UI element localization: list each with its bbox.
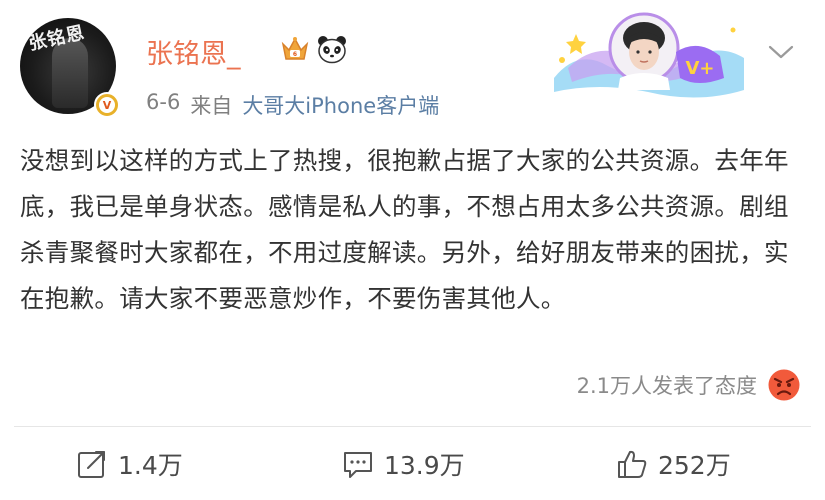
thumbs-up-icon bbox=[618, 450, 647, 478]
source-link[interactable]: 大哥大iPhone客户端 bbox=[242, 90, 439, 120]
vip-banner[interactable]: V+ bbox=[548, 8, 748, 100]
comment-icon bbox=[344, 452, 372, 478]
angry-face-icon bbox=[768, 369, 800, 401]
divider bbox=[14, 426, 811, 427]
repost-button[interactable]: 1.4万 bbox=[76, 446, 183, 482]
panda-icon[interactable] bbox=[316, 34, 348, 64]
post-meta: 6-6 来自 大哥大iPhone客户端 bbox=[146, 90, 439, 120]
vip-badge-text: V+ bbox=[685, 58, 714, 79]
source-prefix: 来自 bbox=[190, 94, 233, 118]
post-date: 6-6 bbox=[146, 90, 181, 114]
username[interactable]: 张铭恩_ bbox=[146, 32, 241, 71]
crown-icon[interactable]: 6 bbox=[280, 34, 310, 64]
attitude-summary[interactable]: 2.1万人发表了态度 bbox=[577, 368, 801, 402]
svg-text:6: 6 bbox=[293, 51, 297, 58]
verified-badge-icon: V bbox=[94, 92, 120, 118]
like-count: 252万 bbox=[658, 451, 731, 480]
comment-count: 13.9万 bbox=[384, 451, 465, 480]
chevron-down-icon[interactable] bbox=[766, 42, 796, 62]
comment-button[interactable]: 13.9万 bbox=[342, 446, 465, 482]
post-body: 没想到以这样的方式上了热搜，很抱歉占据了大家的公共资源。去年年底，我已是单身状态… bbox=[20, 146, 789, 313]
repost-icon bbox=[78, 451, 105, 478]
like-button[interactable]: 252万 bbox=[616, 446, 731, 482]
avatar[interactable]: 张铭恩 V bbox=[20, 18, 120, 118]
attitude-count: 2.1万人发表了态度 bbox=[576, 374, 757, 398]
repost-count: 1.4万 bbox=[118, 451, 183, 480]
